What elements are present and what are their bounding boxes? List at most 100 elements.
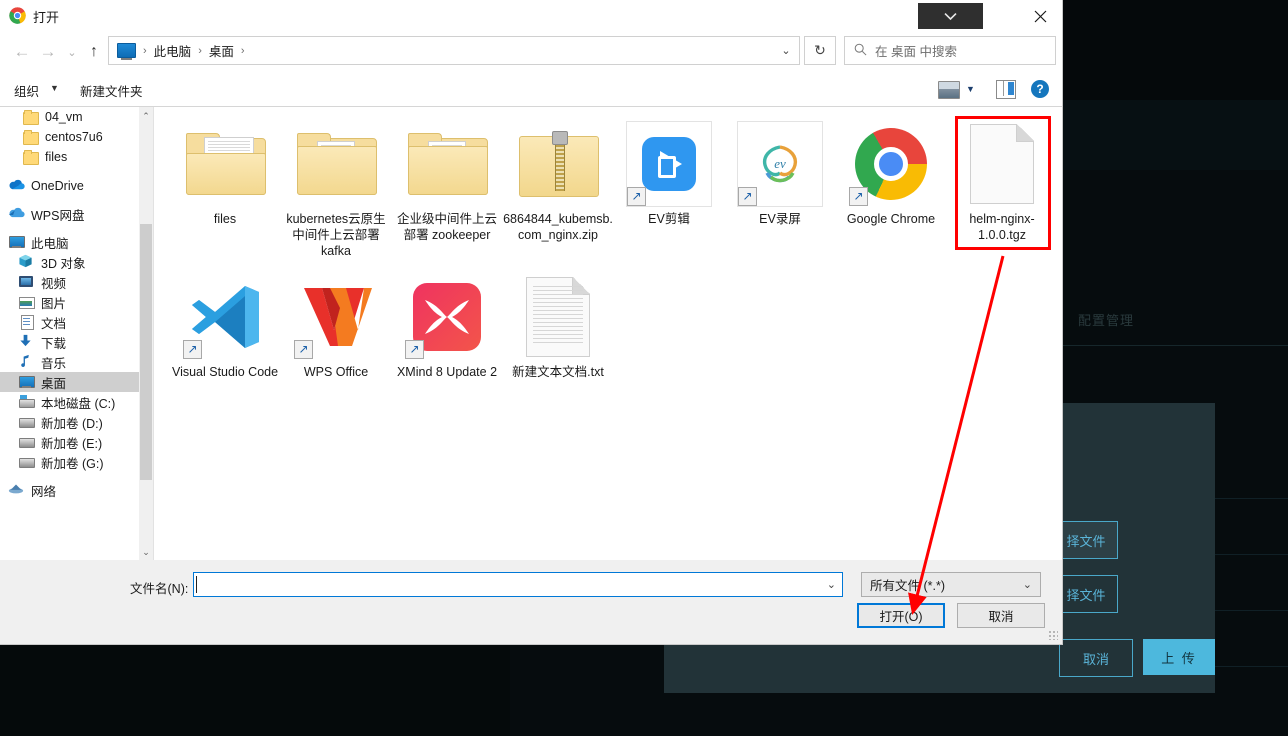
background-choose-file-button-2[interactable]: 择文件 xyxy=(1054,575,1118,613)
sidebar-item-volume-d[interactable]: 新加卷 (D:) xyxy=(0,412,139,432)
sidebar-item-label: 新加卷 (G:) xyxy=(41,456,104,471)
restore-window-button[interactable] xyxy=(918,3,983,29)
filename-label: 文件名(N): xyxy=(130,582,189,596)
sidebar-item-label: 文档 xyxy=(41,316,67,331)
sidebar-item-this-pc[interactable]: 此电脑 xyxy=(0,232,139,252)
pictures-icon xyxy=(18,294,35,310)
file-item[interactable]: ↗ XMind 8 Update 2 xyxy=(392,269,502,380)
sidebar-item-label: files xyxy=(45,150,68,164)
sidebar-item-volume-g[interactable]: 新加卷 (G:) xyxy=(0,452,139,472)
refresh-icon[interactable]: ↻ xyxy=(804,36,836,65)
navigation-sidebar[interactable]: 04_vm centos7u6 files OneDrive WPS网盘 此电脑… xyxy=(0,107,139,560)
organize-button[interactable]: 组织 xyxy=(14,81,39,100)
sidebar-item-pictures[interactable]: 图片 xyxy=(0,292,139,312)
file-item[interactable]: 新建文本文档.txt xyxy=(503,269,613,380)
sidebar-item-onedrive[interactable]: OneDrive xyxy=(0,176,139,196)
file-item[interactable]: ev ↗ EV录屏 xyxy=(725,116,835,227)
sidebar-item-label: 网络 xyxy=(31,484,57,499)
sidebar-item-label: 此电脑 xyxy=(31,236,69,251)
sidebar-item-3d-objects[interactable]: 3D 对象 xyxy=(0,252,139,272)
file-label: files xyxy=(213,212,237,226)
chrome-icon xyxy=(9,7,26,24)
this-pc-icon xyxy=(8,234,25,250)
file-item[interactable]: 6864844_kubemsb.com_nginx.zip xyxy=(503,116,613,243)
folder-icon xyxy=(22,129,39,145)
file-item[interactable]: ↗ Google Chrome xyxy=(836,116,946,227)
search-input[interactable]: 在 桌面 中搜索 xyxy=(844,36,1056,65)
sidebar-item-downloads[interactable]: 下载 xyxy=(0,332,139,352)
background-upload-button[interactable]: 上 传 xyxy=(1143,639,1215,675)
search-placeholder: 在 桌面 中搜索 xyxy=(875,45,957,59)
sidebar-item-label: 下载 xyxy=(41,336,67,351)
text-cursor xyxy=(196,576,197,593)
view-chevron-down-icon[interactable]: ▼ xyxy=(966,84,975,94)
sidebar-item-label: 桌面 xyxy=(41,376,67,391)
address-bar[interactable]: › 此电脑 › 桌面 › xyxy=(108,36,800,65)
filename-chevron-down-icon[interactable]: ⌄ xyxy=(827,578,836,591)
file-label: 企业级中间件上云部署 zookeeper xyxy=(396,212,497,242)
sidebar-item-videos[interactable]: 视频 xyxy=(0,272,139,292)
file-item[interactable]: 企业级中间件上云部署 zookeeper xyxy=(392,116,502,243)
drive-icon xyxy=(18,434,35,450)
file-item[interactable]: ↗ EV剪辑 xyxy=(614,116,724,227)
sidebar-item-files[interactable]: files xyxy=(0,147,139,167)
this-pc-icon xyxy=(117,43,136,60)
sidebar-item-music[interactable]: 音乐 xyxy=(0,352,139,372)
filename-input[interactable]: ⌄ xyxy=(193,572,843,597)
sidebar-item-centos7u6[interactable]: centos7u6 xyxy=(0,127,139,147)
file-item[interactable]: kubernetes云原生中间件上云部署 kafka xyxy=(281,116,391,259)
shortcut-arrow-icon: ↗ xyxy=(294,339,313,359)
sidebar-item-label: 3D 对象 xyxy=(41,256,86,271)
sidebar-item-04-vm[interactable]: 04_vm xyxy=(0,107,139,127)
file-item[interactable]: ↗ Visual Studio Code xyxy=(170,269,280,380)
new-folder-button[interactable]: 新建文件夹 xyxy=(80,81,143,100)
sidebar-item-network[interactable]: 网络 xyxy=(0,480,139,500)
up-arrow-icon[interactable]: ↑ xyxy=(80,38,108,66)
preview-pane-icon[interactable] xyxy=(996,80,1016,99)
resize-grip-icon[interactable] xyxy=(1048,630,1058,640)
breadcrumb-separator: › xyxy=(240,44,245,57)
sidebar-item-label: 本地磁盘 (C:) xyxy=(41,396,116,411)
breadcrumb-separator: › xyxy=(198,44,202,57)
file-list-area[interactable]: files kubernetes云原生中间件上云部署 kafka 企业级中间件上… xyxy=(154,107,1062,560)
file-label: 6864844_kubemsb.com_nginx.zip xyxy=(503,212,613,242)
organize-chevron-down-icon[interactable]: ▼ xyxy=(50,83,59,93)
breadcrumb-item-desktop[interactable]: 桌面 xyxy=(209,41,234,60)
view-layout-icon[interactable] xyxy=(938,81,960,99)
sidebar-item-desktop[interactable]: 桌面 xyxy=(0,372,139,392)
open-button[interactable]: 打开(O) xyxy=(857,603,945,628)
sidebar-item-volume-e[interactable]: 新加卷 (E:) xyxy=(0,432,139,452)
sidebar-item-wps-cloud[interactable]: WPS网盘 xyxy=(0,204,139,224)
zip-folder-icon xyxy=(503,116,613,211)
open-file-dialog: 打开 ← → ⌄ ↑ › 此电脑 › 桌面 › ⌄ ↻ 在 桌面 中搜索 组织 … xyxy=(0,0,1063,645)
filter-chevron-down-icon[interactable]: ⌄ xyxy=(1023,578,1032,591)
cancel-button[interactable]: 取消 xyxy=(957,603,1045,628)
background-cancel-button[interactable]: 取消 xyxy=(1059,639,1133,677)
sidebar-item-documents[interactable]: 文档 xyxy=(0,312,139,332)
sidebar-item-label: OneDrive xyxy=(31,179,84,193)
wps-cloud-icon xyxy=(8,206,25,222)
sidebar-item-label: WPS网盘 xyxy=(31,208,85,223)
close-window-button[interactable] xyxy=(1020,3,1060,29)
file-item[interactable]: ↗ WPS Office xyxy=(281,269,391,380)
file-label: 新建文本文档.txt xyxy=(512,365,604,379)
folder-icon xyxy=(22,109,39,125)
sidebar-item-local-disk-c[interactable]: 本地磁盘 (C:) xyxy=(0,392,139,412)
file-item[interactable]: files xyxy=(170,116,280,227)
breadcrumb-item-this-pc[interactable]: 此电脑 xyxy=(154,41,192,60)
wps-office-icon: ↗ xyxy=(281,269,391,364)
sidebar-scroll-down-chevron-down-icon[interactable]: ⌄ xyxy=(139,544,153,560)
address-bar-chevron-down-icon[interactable]: ⌄ xyxy=(772,36,800,65)
background-choose-file-button-1[interactable]: 择文件 xyxy=(1054,521,1118,559)
back-arrow-icon[interactable]: ← xyxy=(8,38,36,66)
help-icon[interactable]: ? xyxy=(1031,80,1049,98)
sidebar-scroll-up-chevron-up-icon[interactable]: ⌃ xyxy=(139,108,153,124)
sidebar-scrollbar-thumb[interactable] xyxy=(140,224,152,480)
breadcrumb-separator: › xyxy=(143,44,147,57)
sidebar-item-label: 视频 xyxy=(41,276,67,291)
documents-icon xyxy=(18,314,35,330)
svg-text:ev: ev xyxy=(774,156,786,171)
file-type-filter-select[interactable]: 所有文件 (*.*) ⌄ xyxy=(861,572,1041,597)
folder-icon xyxy=(281,116,391,211)
chrome-icon: ↗ xyxy=(836,116,946,211)
